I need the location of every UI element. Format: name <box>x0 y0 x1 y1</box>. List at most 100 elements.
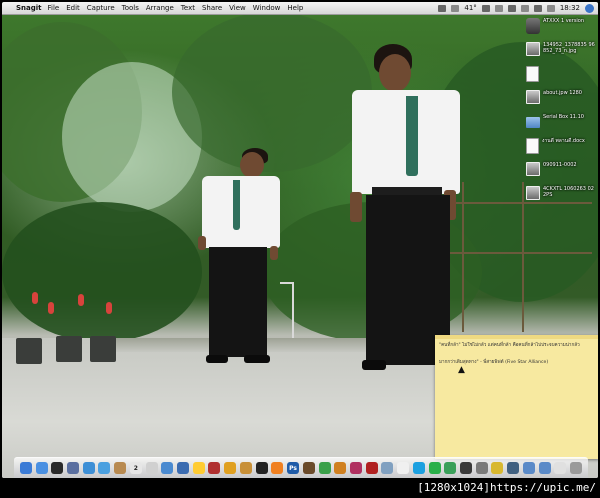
addressbook-icon[interactable] <box>114 462 127 474</box>
sync-icon[interactable] <box>444 462 457 474</box>
document-stack-icon[interactable] <box>554 462 567 474</box>
tie <box>233 180 240 230</box>
volume-icon[interactable] <box>520 4 529 12</box>
desktop-icon[interactable]: Serial Box 11.10 <box>526 114 596 136</box>
menu-capture[interactable]: Capture <box>87 4 115 12</box>
desktop: Snagit File Edit Capture Tools Arrange T… <box>2 2 598 478</box>
fireworks-icon[interactable] <box>334 462 347 474</box>
sketch-icon[interactable] <box>381 462 394 474</box>
vlc-icon[interactable] <box>271 462 284 474</box>
clock[interactable]: 18:32 <box>560 4 580 12</box>
dashboard-icon[interactable] <box>51 462 64 474</box>
filezilla-icon[interactable] <box>365 462 378 474</box>
image-footer-text: [1280x1024]https://upic.me/ <box>417 481 596 494</box>
wifi-icon[interactable] <box>507 4 516 12</box>
system-prefs-icon[interactable] <box>475 462 488 474</box>
skype-icon[interactable] <box>412 462 425 474</box>
desktop-icon[interactable]: about.jpw 1280 <box>526 90 596 112</box>
shoe <box>206 355 228 363</box>
mail-icon[interactable] <box>67 462 80 474</box>
skype-status-icon[interactable] <box>438 4 447 12</box>
flower-pot <box>90 336 116 362</box>
head <box>240 152 264 178</box>
menu-arrange[interactable]: Arrange <box>146 4 174 12</box>
sync-status-icon[interactable] <box>451 4 460 12</box>
document-icon <box>526 138 539 154</box>
sticky-note-line: "คนที่กล้า" ไม่ใช่ไม่กลัว แต่คนที่กล้า ค… <box>439 343 580 348</box>
documents-folder-icon[interactable] <box>538 462 551 474</box>
desktop-icon[interactable]: งานดี พลานดี.docx <box>526 138 596 160</box>
downloads-folder-icon[interactable] <box>522 462 535 474</box>
image-file-icon <box>526 90 540 104</box>
desktop-icon[interactable]: 090911-0002 <box>526 162 596 184</box>
chat-icon[interactable] <box>98 462 111 474</box>
photobooth-icon[interactable] <box>208 462 221 474</box>
desktop-icons: ATXXX 1 version 134952_1378835 96852_73_… <box>526 18 596 210</box>
menu-share[interactable]: Share <box>202 4 222 12</box>
menu-help[interactable]: Help <box>287 4 303 12</box>
garageband-icon[interactable] <box>239 462 252 474</box>
finder-icon[interactable] <box>19 462 32 474</box>
menu-app-name[interactable]: Snagit <box>16 4 42 12</box>
flower <box>78 294 84 306</box>
bluetooth-icon[interactable] <box>494 4 503 12</box>
photoshop-icon[interactable]: Ps <box>287 462 300 474</box>
fence-post <box>522 182 524 332</box>
hand <box>270 246 278 260</box>
calendar-icon[interactable]: 2 <box>129 462 142 474</box>
weather-temperature[interactable]: 41° <box>464 4 476 12</box>
desktop-icon[interactable]: ATXXX 1 version <box>526 18 596 40</box>
desktop-icon-label: 4CKXTL 1060263 02 2PS <box>543 186 594 198</box>
bridge-icon[interactable] <box>302 462 315 474</box>
dvd-icon[interactable] <box>255 462 268 474</box>
menu-window[interactable]: Window <box>253 4 281 12</box>
image-capture-icon[interactable] <box>507 462 520 474</box>
hand <box>198 236 206 250</box>
spotlight-icon[interactable] <box>585 3 594 13</box>
whiteboard-icon[interactable] <box>397 462 410 474</box>
desktop-icon-label: งานดี พลานดี.docx <box>542 138 585 144</box>
status-area: 41° 18:32 <box>438 2 594 14</box>
preview-icon[interactable] <box>145 462 158 474</box>
handrail <box>280 282 294 284</box>
trash-icon[interactable] <box>570 462 583 474</box>
flower <box>106 302 112 314</box>
menu-edit[interactable]: Edit <box>66 4 80 12</box>
desktop-icon[interactable]: 134952_1378835 96852_73_n.jpg <box>526 42 596 64</box>
menu-tools[interactable]: Tools <box>122 4 139 12</box>
star-icon[interactable] <box>224 462 237 474</box>
image-file-icon <box>526 162 540 176</box>
iphoto-icon[interactable] <box>177 462 190 474</box>
menu-file[interactable]: File <box>48 4 60 12</box>
desktop-icon[interactable] <box>526 66 596 88</box>
fence-rail <box>442 252 592 254</box>
itunes-icon[interactable] <box>161 462 174 474</box>
image-file-icon <box>526 186 540 200</box>
desktop-icon-label: about.jpw 1280 <box>543 90 582 96</box>
display-status-icon[interactable] <box>481 4 490 12</box>
flower-pot <box>56 336 82 362</box>
hand <box>350 192 362 222</box>
flower <box>48 302 54 314</box>
network-icon[interactable] <box>35 462 48 474</box>
handrail <box>292 282 294 342</box>
flower <box>32 292 38 304</box>
desktop-icon[interactable]: 4CKXTL 1060263 02 2PS <box>526 186 596 208</box>
messenger-icon[interactable] <box>428 462 441 474</box>
imovie-icon[interactable] <box>192 462 205 474</box>
input-menu-icon[interactable] <box>546 4 555 12</box>
desktop-icon-label: 090911-0002 <box>543 162 577 168</box>
camera-icon[interactable] <box>459 462 472 474</box>
menu-bar: Snagit File Edit Capture Tools Arrange T… <box>2 2 598 15</box>
fence-post <box>462 182 464 332</box>
sticky-note[interactable]: "คนที่กล้า" ไม่ใช่ไม่กลัว แต่คนที่กล้า ค… <box>435 335 598 459</box>
flash-icon[interactable] <box>349 462 362 474</box>
stickies-icon[interactable] <box>491 462 504 474</box>
battery-icon[interactable] <box>533 4 542 12</box>
menu-text[interactable]: Text <box>181 4 195 12</box>
dreamweaver-icon[interactable] <box>318 462 331 474</box>
shoe <box>244 355 270 363</box>
menu-view[interactable]: View <box>229 4 246 12</box>
safari-icon[interactable] <box>82 462 95 474</box>
foliage <box>2 202 202 342</box>
